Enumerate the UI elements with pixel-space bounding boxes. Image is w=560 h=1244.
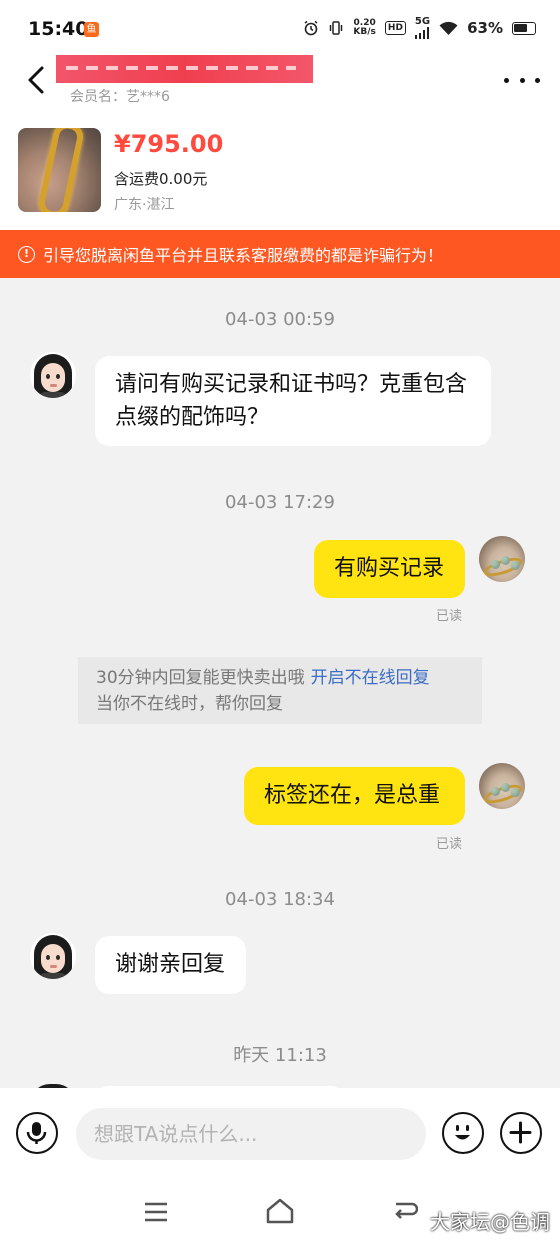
status-icons: 0.20 KB/s HD 5G 63% [303, 17, 536, 39]
fraud-warning-text: 引导您脱离闲鱼平台并且联系客服缴费的都是诈骗行为！ [43, 246, 444, 265]
more-dot-icon [535, 77, 540, 83]
menu-icon[interactable] [144, 1202, 168, 1222]
network-speed-unit: KB/s [353, 27, 376, 37]
wifi-icon [439, 21, 458, 35]
product-location: 广东·湛江 [114, 197, 175, 213]
read-status: 已读 [436, 837, 463, 852]
timestamp: 昨天 11:13 [233, 1045, 327, 1066]
timestamp: 04-03 18:34 [225, 889, 335, 910]
battery-percent: 63% [467, 19, 503, 37]
chat-header: 会员名：艺***6 [0, 55, 560, 112]
sent-message[interactable]: 标签还在，是总重 [244, 767, 465, 825]
seller-avatar[interactable] [479, 763, 525, 809]
watermark: 大家坛@色调 [430, 1210, 550, 1234]
received-message[interactable]: 谢谢亲回复 [95, 936, 246, 994]
chat-area[interactable]: 04-03 00:59 请问有购买记录和证书吗？克重包含点缀的配饰吗？ 04-0… [0, 278, 560, 1088]
timestamp: 04-03 17:29 [225, 492, 335, 513]
battery-icon [512, 21, 536, 35]
timestamp: 04-03 00:59 [225, 309, 335, 330]
more-actions-button[interactable] [500, 1112, 542, 1154]
vibrate-icon [330, 21, 343, 35]
gold-bangle-image [36, 128, 86, 212]
product-card[interactable]: ¥795.00 含运费0.00元 广东·湛江 [0, 112, 560, 230]
member-name: 会员名：艺***6 [70, 89, 170, 105]
more-dot-icon [519, 77, 525, 83]
enable-offline-reply-link[interactable]: 开启不在线回复 [311, 668, 430, 688]
status-time: 15:40 [28, 18, 89, 40]
tip-text: 30分钟内回复能更快卖出哦 [96, 668, 305, 688]
hd-badge: HD [384, 21, 406, 35]
network-type: 5G [414, 16, 431, 27]
read-status: 已读 [436, 609, 463, 624]
plus-icon [509, 1121, 532, 1144]
back-nav-icon[interactable] [392, 1200, 418, 1222]
xianyu-icon: 鱼 [84, 22, 99, 37]
product-price: ¥795.00 [114, 130, 224, 158]
smiley-icon [455, 1125, 470, 1140]
product-thumbnail[interactable] [18, 128, 101, 212]
auto-reply-tip: 30分钟内回复能更快卖出哦 开启不在线回复 当你不在线时，帮你回复 [78, 657, 482, 724]
buyer-avatar[interactable] [30, 933, 76, 979]
status-bar: 15:40 鱼 0.20 KB/s HD 5G 63% [0, 0, 560, 60]
cellular-signal: 5G [414, 16, 431, 39]
back-button[interactable] [20, 62, 56, 98]
received-message[interactable]: 请问有购买记录和证书吗？克重包含点缀的配饰吗？ [95, 356, 491, 446]
exclamation-icon: ! [18, 245, 35, 263]
message-input[interactable]: 想跟TA说点什么... [76, 1108, 426, 1160]
more-options-button[interactable] [504, 68, 540, 92]
buyer-avatar[interactable] [30, 352, 76, 398]
sent-message[interactable]: 有购买记录 [314, 540, 465, 598]
fraud-warning-banner: ! 引导您脱离闲鱼平台并且联系客服缴费的都是诈骗行为！ [0, 230, 560, 278]
input-bar: 想跟TA说点什么... [0, 1088, 560, 1182]
redacted-title [56, 55, 313, 83]
seller-avatar[interactable] [479, 536, 525, 582]
system-nav-bar: 大家坛@色调 [0, 1182, 560, 1244]
emoji-button[interactable] [442, 1112, 484, 1154]
voice-button[interactable] [16, 1112, 58, 1154]
network-speed: 0.20 KB/s [353, 19, 375, 37]
chevron-left-icon [28, 66, 44, 94]
alarm-icon [304, 20, 318, 36]
more-dot-icon [504, 77, 509, 83]
signal-bars-icon [414, 27, 430, 39]
microphone-icon [26, 1122, 47, 1144]
product-shipping: 含运费0.00元 [114, 170, 208, 188]
tip-subtext: 当你不在线时，帮你回复 [96, 694, 283, 714]
home-icon[interactable] [266, 1198, 294, 1224]
